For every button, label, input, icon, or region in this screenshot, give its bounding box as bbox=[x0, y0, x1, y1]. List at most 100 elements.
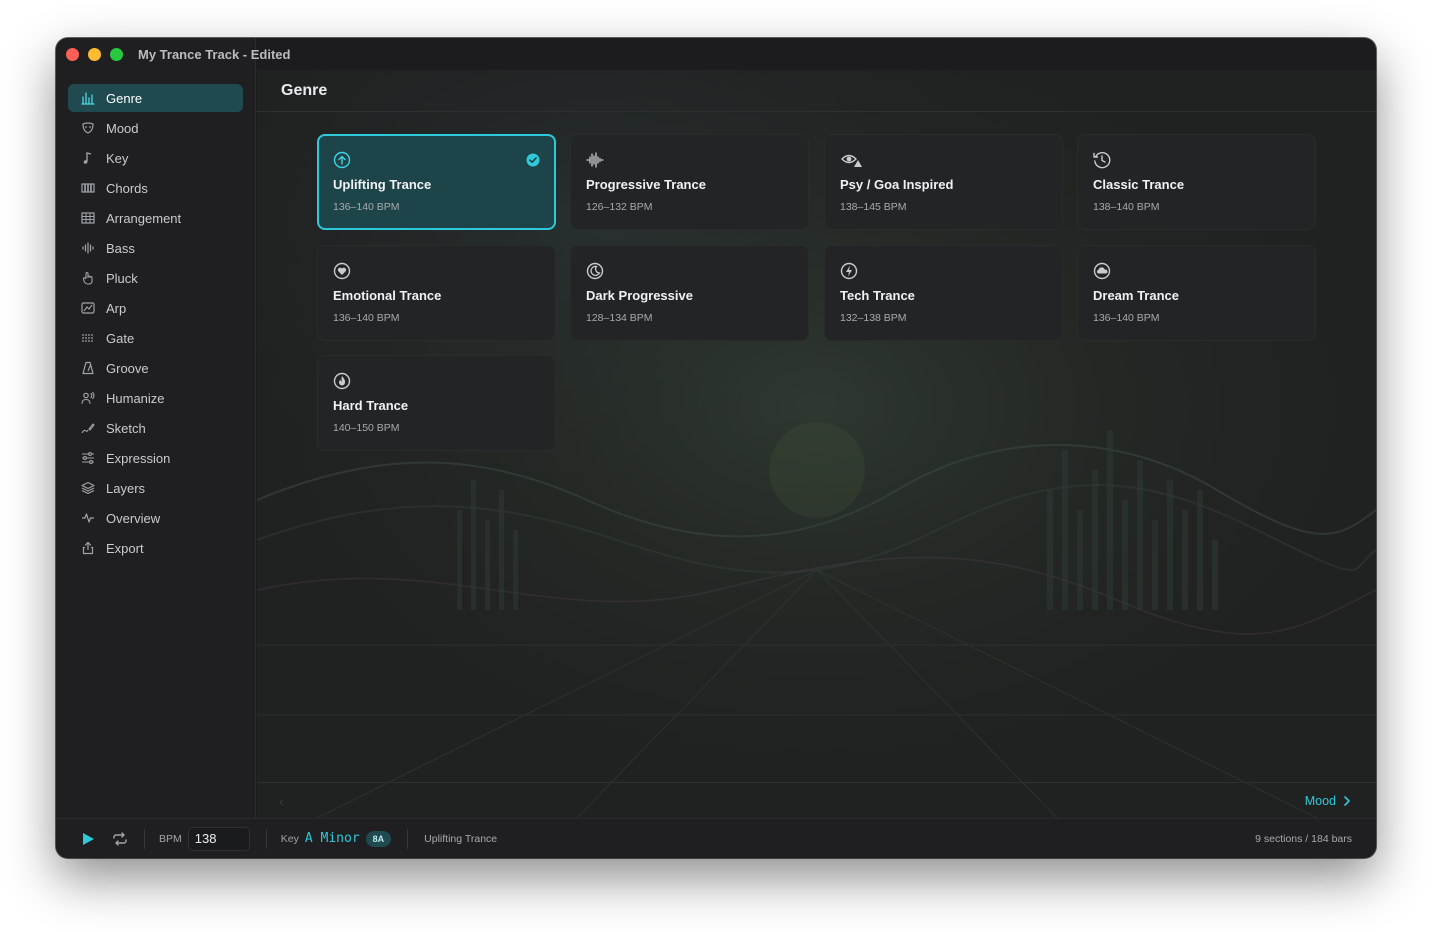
key-value[interactable]: A Minor bbox=[305, 831, 360, 846]
sidebar-item-label: Chords bbox=[106, 180, 148, 196]
piano-keys-icon bbox=[81, 181, 95, 195]
close-window-button[interactable] bbox=[66, 47, 79, 61]
pencil-line-icon bbox=[81, 421, 95, 435]
app-window: Genre Mood Key Chords Arrangement Bass Pluck Ar… bbox=[56, 38, 1376, 858]
arrow-up-circle-icon bbox=[333, 151, 351, 169]
loop-button[interactable] bbox=[112, 831, 128, 847]
sidebar-item-export[interactable]: Export bbox=[68, 534, 243, 562]
music-note-icon bbox=[81, 151, 95, 165]
sidebar-item-label: Genre bbox=[106, 90, 143, 106]
genre-card[interactable]: Classic Trance 138–140 BPM bbox=[1077, 134, 1316, 230]
key-label: Key bbox=[280, 832, 299, 845]
waveform-bars-icon bbox=[81, 241, 95, 255]
clock-history-icon bbox=[1093, 151, 1111, 169]
play-icon bbox=[83, 832, 94, 845]
genre-card[interactable]: Dream Trance 136–140 BPM bbox=[1077, 245, 1316, 341]
divider bbox=[265, 828, 267, 849]
heart-circle-icon bbox=[333, 262, 351, 280]
next-step-label: Mood bbox=[1304, 793, 1336, 808]
grid-table-icon bbox=[81, 211, 95, 225]
sidebar-item-label: Overview bbox=[106, 510, 161, 526]
genre-bpm-range: 140–150 BPM bbox=[333, 422, 400, 434]
sidebar-item-label: Arp bbox=[106, 300, 127, 316]
eye-triangle-icon bbox=[840, 151, 864, 169]
genre-name: Emotional Trance bbox=[333, 288, 442, 303]
sidebar-item-arp[interactable]: Arp bbox=[68, 294, 243, 322]
genre-bpm-range: 136–140 BPM bbox=[333, 201, 400, 213]
previous-step-button[interactable]: ‹ bbox=[279, 793, 284, 809]
mood-mask-icon bbox=[81, 121, 95, 135]
divider bbox=[407, 828, 409, 849]
genre-card[interactable]: Tech Trance 132–138 BPM bbox=[824, 245, 1063, 341]
page-title: Genre bbox=[281, 81, 328, 99]
bolt-circle-icon bbox=[840, 262, 858, 280]
sidebar: Genre Mood Key Chords Arrangement Bass Pluck Ar… bbox=[56, 38, 256, 818]
track-stats: 9 sections / 184 bars bbox=[1255, 832, 1352, 845]
section-header: Genre bbox=[257, 70, 1376, 112]
transport-bar: BPM 138 Key A Minor 8A Uplifting Trance … bbox=[56, 818, 1376, 858]
main-panel: Genre Uplifting Trance 136–140 BPM Progres… bbox=[257, 70, 1376, 818]
step-navigation: ‹ Mood bbox=[257, 782, 1376, 818]
next-step-button[interactable]: Mood bbox=[1305, 794, 1352, 808]
genre-card[interactable]: Dark Progressive 128–134 BPM bbox=[570, 245, 809, 341]
cloud-circle-icon bbox=[1093, 262, 1111, 280]
genre-bpm-range: 136–140 BPM bbox=[1093, 312, 1160, 324]
equalizer-icon bbox=[81, 91, 95, 105]
metronome-icon bbox=[81, 361, 95, 375]
genre-name: Uplifting Trance bbox=[333, 177, 432, 192]
genre-card[interactable]: Hard Trance 140–150 BPM bbox=[317, 355, 556, 451]
genre-bpm-range: 128–134 BPM bbox=[586, 312, 653, 324]
dots-grid-icon bbox=[81, 331, 95, 345]
genre-name: Classic Trance bbox=[1093, 177, 1185, 192]
sidebar-item-label: Pluck bbox=[106, 270, 138, 286]
genre-card[interactable]: Psy / Goa Inspired 138–145 BPM bbox=[824, 134, 1063, 230]
pulse-icon bbox=[81, 511, 95, 525]
bpm-label: BPM bbox=[159, 832, 182, 845]
sidebar-item-label: Arrangement bbox=[106, 210, 182, 226]
sidebar-item-chords[interactable]: Chords bbox=[68, 174, 243, 202]
genre-name: Hard Trance bbox=[333, 398, 409, 413]
sidebar-item-label: Export bbox=[106, 540, 144, 556]
sidebar-item-label: Groove bbox=[106, 360, 149, 376]
sidebar-item-expression[interactable]: Expression bbox=[68, 444, 243, 472]
chevron-right-icon bbox=[1344, 795, 1350, 806]
moon-circle-icon bbox=[586, 262, 604, 280]
sidebar-item-arrangement[interactable]: Arrangement bbox=[68, 204, 243, 232]
genre-card[interactable]: Progressive Trance 126–132 BPM bbox=[570, 134, 809, 230]
sidebar-item-bass[interactable]: Bass bbox=[68, 234, 243, 262]
sidebar-item-label: Key bbox=[106, 150, 129, 166]
genre-card[interactable]: Uplifting Trance 136–140 BPM bbox=[317, 134, 556, 230]
genre-bpm-range: 132–138 BPM bbox=[840, 312, 907, 324]
genre-name: Dark Progressive bbox=[586, 288, 693, 303]
layers-icon bbox=[81, 481, 95, 495]
genre-bpm-range: 136–140 BPM bbox=[333, 312, 400, 324]
sidebar-item-overview[interactable]: Overview bbox=[68, 504, 243, 532]
sidebar-item-key[interactable]: Key bbox=[68, 144, 243, 172]
genre-card[interactable]: Emotional Trance 136–140 BPM bbox=[317, 245, 556, 341]
current-genre-label: Uplifting Trance bbox=[424, 832, 498, 845]
person-wave-icon bbox=[81, 391, 95, 405]
play-button[interactable] bbox=[80, 831, 96, 847]
sidebar-item-gate[interactable]: Gate bbox=[68, 324, 243, 352]
sidebar-item-layers[interactable]: Layers bbox=[68, 474, 243, 502]
sidebar-item-mood[interactable]: Mood bbox=[68, 114, 243, 142]
minimize-window-button[interactable] bbox=[88, 47, 101, 61]
sidebar-item-label: Gate bbox=[106, 330, 135, 346]
divider bbox=[144, 828, 145, 849]
hand-pointer-icon bbox=[81, 271, 95, 285]
sidebar-item-genre[interactable]: Genre bbox=[68, 84, 243, 112]
genre-name: Psy / Goa Inspired bbox=[840, 177, 954, 192]
genre-bpm-range: 126–132 BPM bbox=[586, 201, 653, 213]
share-icon bbox=[81, 541, 95, 555]
bpm-input[interactable]: 138 bbox=[187, 826, 250, 851]
sidebar-item-pluck[interactable]: Pluck bbox=[68, 264, 243, 292]
sidebar-item-label: Expression bbox=[106, 450, 171, 466]
loop-icon bbox=[113, 831, 127, 846]
zoom-window-button[interactable] bbox=[110, 47, 123, 61]
window-title: My Trance Track - Edited bbox=[138, 46, 291, 62]
genre-bpm-range: 138–145 BPM bbox=[840, 201, 907, 213]
genre-bpm-range: 138–140 BPM bbox=[1093, 201, 1160, 213]
sidebar-item-groove[interactable]: Groove bbox=[68, 354, 243, 382]
sidebar-item-sketch[interactable]: Sketch bbox=[68, 414, 243, 442]
sidebar-item-humanize[interactable]: Humanize bbox=[68, 384, 243, 412]
